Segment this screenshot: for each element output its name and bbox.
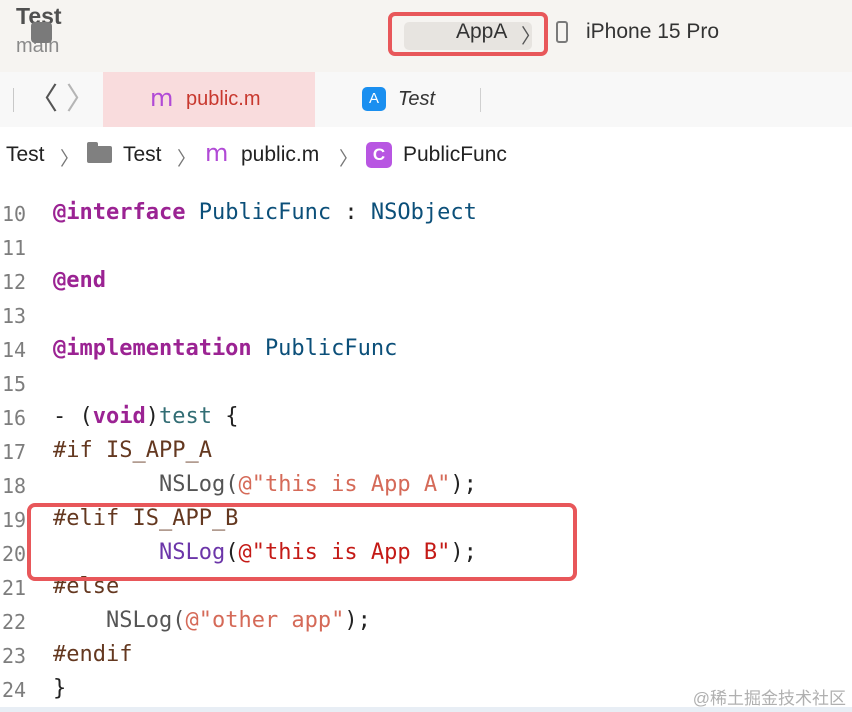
scheme-label[interactable]: AppA bbox=[456, 20, 507, 44]
back-arrow-icon[interactable]: 〈 bbox=[28, 85, 58, 115]
code-class-name: PublicFunc bbox=[198, 200, 332, 225]
code-keyword: void bbox=[92, 404, 146, 429]
breadcrumb-item-file[interactable]: public.m bbox=[241, 143, 319, 167]
breadcrumb-item-project[interactable]: Test bbox=[6, 143, 45, 167]
tab-label-public-m[interactable]: public.m bbox=[186, 88, 260, 111]
line-number: 19 bbox=[2, 508, 27, 532]
code-punct: - ( bbox=[53, 404, 93, 429]
line-number: 16 bbox=[2, 406, 27, 430]
chevron-right-icon: 〉 bbox=[339, 149, 359, 170]
xcode-app-icon: A bbox=[362, 87, 386, 111]
code-punct: ); bbox=[450, 472, 477, 497]
chevron-right-icon: 〉 bbox=[60, 149, 80, 170]
code-type: NSObject bbox=[370, 200, 477, 225]
line-number: 11 bbox=[2, 236, 27, 260]
code-punct: ) bbox=[145, 404, 159, 429]
code-punct: ( bbox=[225, 472, 239, 497]
chevron-right-icon: 〉 bbox=[521, 26, 541, 48]
code-punct: { bbox=[211, 404, 239, 429]
code-keyword: @implementation bbox=[53, 336, 252, 361]
code-line[interactable]: NSLog(@"other app"); bbox=[53, 608, 371, 633]
app-scheme-icon bbox=[31, 22, 52, 43]
code-method-name: test bbox=[158, 404, 212, 429]
code-line[interactable]: #if IS_APP_A bbox=[53, 438, 212, 463]
code-line[interactable]: @end bbox=[53, 268, 106, 293]
line-number: 20 bbox=[2, 542, 27, 566]
code-function: NSLog bbox=[158, 472, 226, 497]
line-number: 15 bbox=[2, 372, 27, 396]
iphone-icon bbox=[556, 21, 568, 43]
line-number: 22 bbox=[2, 610, 27, 634]
line-number: 23 bbox=[2, 644, 27, 668]
code-class-name: PublicFunc bbox=[264, 336, 398, 361]
status-strip bbox=[0, 707, 852, 712]
m-file-icon: m bbox=[150, 84, 174, 112]
m-file-icon: m bbox=[205, 139, 229, 167]
code-keyword: @end bbox=[53, 268, 106, 293]
line-number: 21 bbox=[2, 576, 27, 600]
code-highlight-box bbox=[27, 503, 577, 581]
code-line[interactable]: @implementation PublicFunc bbox=[53, 336, 397, 361]
code-keyword: @interface bbox=[53, 200, 186, 225]
code-line[interactable]: NSLog(@"this is App A"); bbox=[53, 472, 477, 497]
line-number: 10 bbox=[2, 202, 27, 226]
code-line[interactable]: - (void)test { bbox=[53, 404, 238, 429]
tab-test[interactable]: Test bbox=[398, 88, 435, 111]
chevron-right-icon: 〉 bbox=[177, 149, 197, 170]
code-punct: ); bbox=[344, 608, 371, 633]
code-string: @"other app" bbox=[185, 608, 345, 633]
line-number: 24 bbox=[2, 678, 27, 702]
code-line[interactable]: @interface PublicFunc : NSObject bbox=[53, 200, 477, 225]
code-line[interactable]: #endif bbox=[53, 642, 132, 667]
divider bbox=[13, 88, 14, 112]
line-number: 17 bbox=[2, 440, 27, 464]
breadcrumb-item-class[interactable]: PublicFunc bbox=[403, 143, 507, 167]
forward-arrow-icon[interactable]: 〉 bbox=[66, 85, 96, 115]
breadcrumb-item-group[interactable]: Test bbox=[123, 143, 162, 167]
device-selector[interactable]: iPhone 15 Pro bbox=[586, 20, 719, 44]
code-function: NSLog bbox=[105, 608, 173, 633]
line-number: 12 bbox=[2, 270, 27, 294]
class-icon: C bbox=[366, 142, 392, 168]
watermark: @稀土掘金技术社区 bbox=[692, 689, 846, 708]
code-punct: ( bbox=[172, 608, 186, 633]
code-string: @"this is App A" bbox=[238, 472, 451, 497]
line-number: 18 bbox=[2, 474, 27, 498]
line-number: 14 bbox=[2, 338, 27, 362]
code-line[interactable]: } bbox=[53, 676, 66, 701]
divider bbox=[480, 88, 481, 112]
code-punct: : bbox=[331, 200, 371, 225]
folder-icon bbox=[87, 146, 112, 163]
line-number: 13 bbox=[2, 304, 27, 328]
